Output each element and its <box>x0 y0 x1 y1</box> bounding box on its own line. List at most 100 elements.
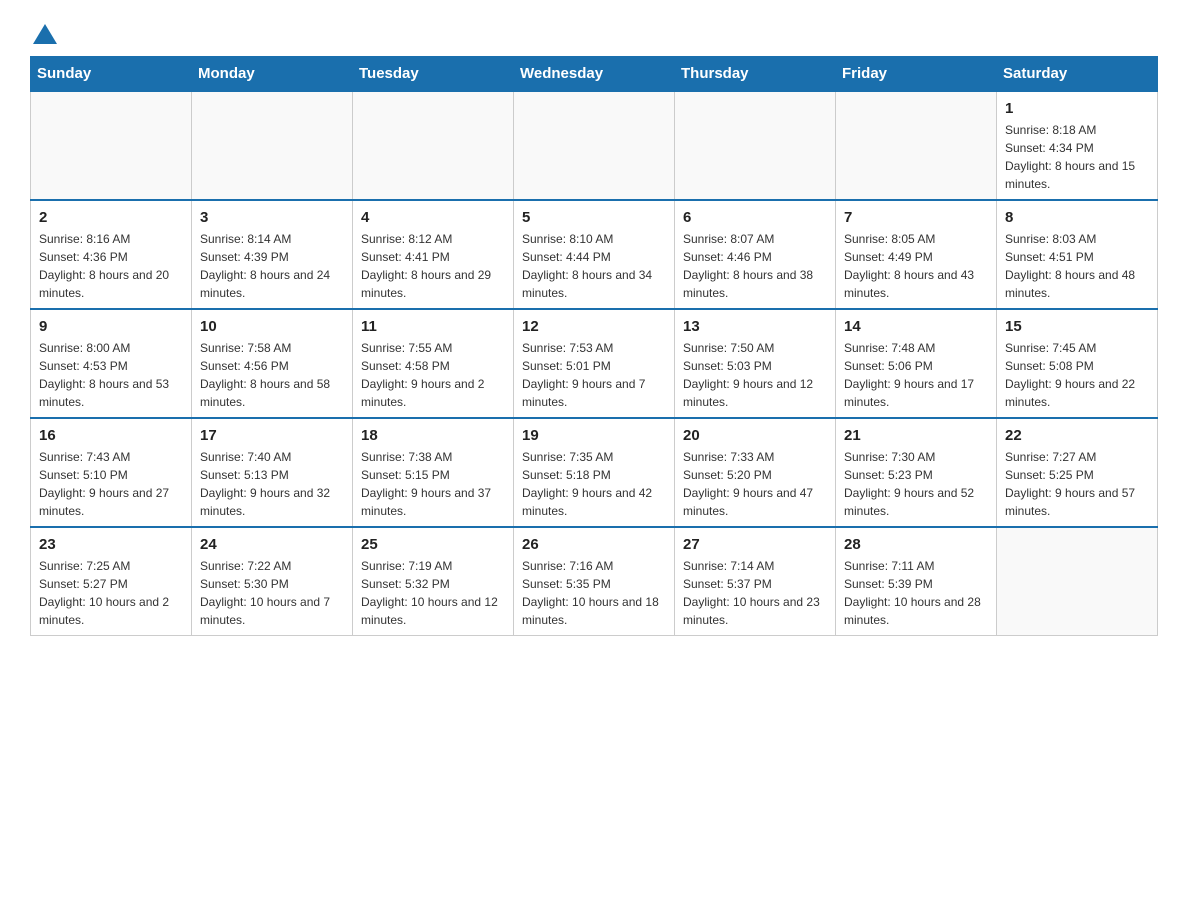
day-info-line: Daylight: 9 hours and 57 minutes. <box>1005 484 1149 520</box>
day-info-line: Sunset: 4:53 PM <box>39 357 183 375</box>
calendar-cell: 25Sunrise: 7:19 AMSunset: 5:32 PMDayligh… <box>353 527 514 636</box>
day-number: 7 <box>844 207 988 228</box>
day-info-line: Sunrise: 7:25 AM <box>39 557 183 575</box>
weekday-header-friday: Friday <box>836 57 997 92</box>
day-info-line: Sunrise: 8:12 AM <box>361 230 505 248</box>
day-info-line: Daylight: 9 hours and 32 minutes. <box>200 484 344 520</box>
calendar-cell: 15Sunrise: 7:45 AMSunset: 5:08 PMDayligh… <box>997 309 1158 418</box>
day-number: 12 <box>522 316 666 337</box>
day-info-line: Sunrise: 7:53 AM <box>522 339 666 357</box>
day-info-line: Sunrise: 7:55 AM <box>361 339 505 357</box>
day-info-line: Daylight: 8 hours and 53 minutes. <box>39 375 183 411</box>
calendar-cell <box>353 91 514 200</box>
calendar-cell: 1Sunrise: 8:18 AMSunset: 4:34 PMDaylight… <box>997 91 1158 200</box>
day-info-line: Sunrise: 7:30 AM <box>844 448 988 466</box>
calendar-cell: 23Sunrise: 7:25 AMSunset: 5:27 PMDayligh… <box>31 527 192 636</box>
calendar-cell: 8Sunrise: 8:03 AMSunset: 4:51 PMDaylight… <box>997 200 1158 309</box>
day-info-line: Sunrise: 8:05 AM <box>844 230 988 248</box>
day-info-line: Sunrise: 8:03 AM <box>1005 230 1149 248</box>
weekday-header-sunday: Sunday <box>31 57 192 92</box>
day-info-line: Sunrise: 7:35 AM <box>522 448 666 466</box>
day-info-line: Sunset: 5:13 PM <box>200 466 344 484</box>
day-info-line: Sunset: 5:20 PM <box>683 466 827 484</box>
day-number: 18 <box>361 425 505 446</box>
day-info-line: Daylight: 9 hours and 47 minutes. <box>683 484 827 520</box>
day-number: 11 <box>361 316 505 337</box>
calendar-table: SundayMondayTuesdayWednesdayThursdayFrid… <box>30 56 1158 636</box>
day-info-line: Daylight: 9 hours and 7 minutes. <box>522 375 666 411</box>
day-number: 25 <box>361 534 505 555</box>
day-info-line: Sunset: 4:58 PM <box>361 357 505 375</box>
day-number: 16 <box>39 425 183 446</box>
day-number: 9 <box>39 316 183 337</box>
calendar-cell: 7Sunrise: 8:05 AMSunset: 4:49 PMDaylight… <box>836 200 997 309</box>
day-number: 21 <box>844 425 988 446</box>
day-info-line: Sunrise: 7:50 AM <box>683 339 827 357</box>
calendar-cell: 3Sunrise: 8:14 AMSunset: 4:39 PMDaylight… <box>192 200 353 309</box>
day-info-line: Sunrise: 8:07 AM <box>683 230 827 248</box>
day-info-line: Sunset: 5:10 PM <box>39 466 183 484</box>
day-info-line: Daylight: 9 hours and 22 minutes. <box>1005 375 1149 411</box>
day-info-line: Daylight: 9 hours and 27 minutes. <box>39 484 183 520</box>
calendar-cell <box>675 91 836 200</box>
day-info-line: Daylight: 10 hours and 7 minutes. <box>200 593 344 629</box>
calendar-cell: 16Sunrise: 7:43 AMSunset: 5:10 PMDayligh… <box>31 418 192 527</box>
calendar-cell: 14Sunrise: 7:48 AMSunset: 5:06 PMDayligh… <box>836 309 997 418</box>
day-info-line: Daylight: 8 hours and 58 minutes. <box>200 375 344 411</box>
day-number: 10 <box>200 316 344 337</box>
day-info-line: Sunset: 5:01 PM <box>522 357 666 375</box>
calendar-cell <box>997 527 1158 636</box>
calendar-cell: 9 Sunrise: 8:00 AMSunset: 4:53 PMDaylight… <box>31 309 192 418</box>
day-info-line: Sunset: 5:32 PM <box>361 575 505 593</box>
day-info-line: Sunset: 4:41 PM <box>361 248 505 266</box>
day-info-line: Sunset: 4:51 PM <box>1005 248 1149 266</box>
calendar-cell: 10Sunrise: 7:58 AMSunset: 4:56 PMDayligh… <box>192 309 353 418</box>
weekday-header-monday: Monday <box>192 57 353 92</box>
day-info-line: Daylight: 9 hours and 37 minutes. <box>361 484 505 520</box>
day-info-line: Daylight: 8 hours and 38 minutes. <box>683 266 827 302</box>
day-info-line: Daylight: 9 hours and 2 minutes. <box>361 375 505 411</box>
day-number: 23 <box>39 534 183 555</box>
logo <box>30 20 59 46</box>
weekday-header-tuesday: Tuesday <box>353 57 514 92</box>
day-number: 15 <box>1005 316 1149 337</box>
day-info-line: Daylight: 9 hours and 42 minutes. <box>522 484 666 520</box>
day-info-line: Sunset: 5:39 PM <box>844 575 988 593</box>
day-info-line: Daylight: 8 hours and 34 minutes. <box>522 266 666 302</box>
calendar-cell <box>192 91 353 200</box>
day-info-line: Sunrise: 7:38 AM <box>361 448 505 466</box>
calendar-cell <box>514 91 675 200</box>
day-info-line: Sunrise: 8:00 AM <box>39 339 183 357</box>
day-number: 8 <box>1005 207 1149 228</box>
day-number: 13 <box>683 316 827 337</box>
day-number: 5 <box>522 207 666 228</box>
day-info-line: Daylight: 9 hours and 12 minutes. <box>683 375 827 411</box>
day-info-line: Sunrise: 8:18 AM <box>1005 121 1149 139</box>
day-info-line: Sunset: 4:56 PM <box>200 357 344 375</box>
weekday-header-saturday: Saturday <box>997 57 1158 92</box>
day-info-line: Daylight: 9 hours and 17 minutes. <box>844 375 988 411</box>
day-number: 17 <box>200 425 344 446</box>
week-row-2: 2Sunrise: 8:16 AMSunset: 4:36 PMDaylight… <box>31 200 1158 309</box>
day-number: 14 <box>844 316 988 337</box>
calendar-cell <box>836 91 997 200</box>
calendar-cell: 2Sunrise: 8:16 AMSunset: 4:36 PMDaylight… <box>31 200 192 309</box>
calendar-header: SundayMondayTuesdayWednesdayThursdayFrid… <box>31 57 1158 92</box>
logo-triangle-icon <box>33 24 57 44</box>
day-info-line: Daylight: 8 hours and 43 minutes. <box>844 266 988 302</box>
calendar-cell: 12 Sunrise: 7:53 AMSunset: 5:01 PMDayligh… <box>514 309 675 418</box>
day-info-line: Sunrise: 7:48 AM <box>844 339 988 357</box>
day-info-line: Daylight: 8 hours and 24 minutes. <box>200 266 344 302</box>
calendar-cell: 26Sunrise: 7:16 AMSunset: 5:35 PMDayligh… <box>514 527 675 636</box>
day-number: 22 <box>1005 425 1149 446</box>
page-header <box>30 20 1158 46</box>
day-info-line: Sunset: 5:18 PM <box>522 466 666 484</box>
calendar-cell: 18Sunrise: 7:38 AMSunset: 5:15 PMDayligh… <box>353 418 514 527</box>
day-info-line: Sunrise: 7:19 AM <box>361 557 505 575</box>
calendar-cell: 24Sunrise: 7:22 AMSunset: 5:30 PMDayligh… <box>192 527 353 636</box>
calendar-cell: 21Sunrise: 7:30 AMSunset: 5:23 PMDayligh… <box>836 418 997 527</box>
weekday-header-thursday: Thursday <box>675 57 836 92</box>
calendar-cell: 6Sunrise: 8:07 AMSunset: 4:46 PMDaylight… <box>675 200 836 309</box>
day-info-line: Daylight: 8 hours and 20 minutes. <box>39 266 183 302</box>
day-info-line: Sunset: 5:27 PM <box>39 575 183 593</box>
